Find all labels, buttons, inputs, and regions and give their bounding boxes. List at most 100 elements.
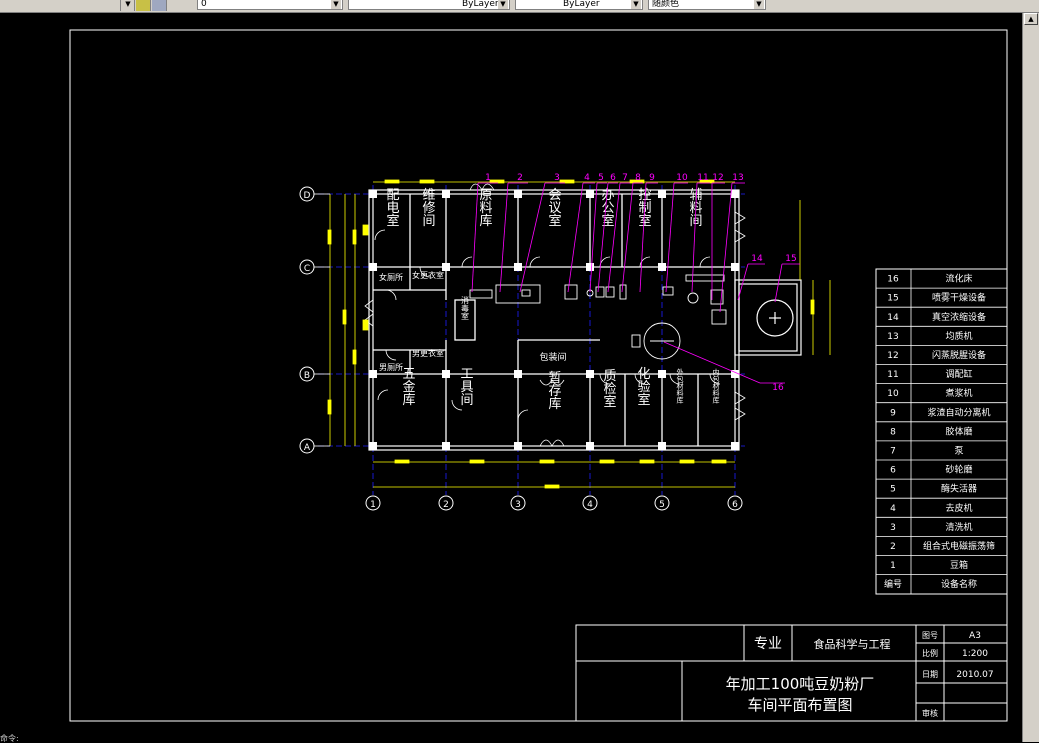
- date-value: 2010.07: [956, 670, 993, 680]
- svg-text:4: 4: [587, 500, 593, 510]
- callout-number: 4: [584, 173, 590, 183]
- linetype-select[interactable]: ByLayer ▼: [348, 0, 510, 10]
- callout-number: 6: [610, 173, 616, 183]
- callout-number: 12: [712, 173, 723, 183]
- room-label: 会议室: [546, 188, 562, 227]
- svg-text:C: C: [304, 264, 310, 274]
- table-cell-no: 13: [887, 332, 898, 342]
- date-label: 日期: [922, 670, 938, 679]
- color-select-value: 随颜色: [652, 0, 680, 9]
- grid-bubble-c: C: [299, 259, 315, 275]
- table-cell-name: 砂轮磨: [945, 464, 972, 476]
- table-cell-no: 15: [887, 294, 898, 304]
- room-label: 配电室: [384, 188, 400, 227]
- room-label: 五金库: [400, 367, 416, 407]
- room-label: 控制室: [636, 188, 652, 227]
- major-label: 专业: [754, 636, 782, 652]
- equipment-table: 16 流化床15 喷雾干燥设备14 真空浓缩设备13 均质机12 闪蒸脱腥设备11 调配缸1…: [875, 268, 1008, 595]
- callout-number: 9: [649, 173, 655, 183]
- equipment: [469, 274, 727, 360]
- room-label: 内包材料库: [712, 368, 720, 405]
- svg-text:6: 6: [732, 500, 738, 510]
- grid-row-bubbles: D C B A: [299, 186, 330, 454]
- major-value: 食品科学与工程: [814, 637, 891, 651]
- table-cell-name: 酶失活器: [941, 483, 977, 495]
- svg-text:3: 3: [515, 500, 521, 510]
- table-cell-no: 7: [890, 446, 896, 456]
- room-label: 外包材料库: [676, 368, 684, 405]
- callout-number: 16: [772, 383, 784, 393]
- layer-manager-icon[interactable]: [136, 0, 151, 11]
- grid-bubble-a: A: [299, 438, 315, 454]
- color-select[interactable]: 随颜色 ▼: [648, 0, 766, 10]
- callout-number: 15: [785, 254, 796, 264]
- grid-bubble-6: 6: [727, 495, 743, 511]
- callout-number: 8: [635, 173, 641, 183]
- svg-text:D: D: [304, 191, 311, 201]
- vertical-scrollbar[interactable]: ▲: [1022, 13, 1039, 742]
- chevron-down-icon: ▼: [631, 0, 641, 9]
- grid-bubble-3: 3: [510, 495, 526, 511]
- callout-number: 11: [697, 173, 708, 183]
- table-cell-no: 12: [887, 351, 898, 361]
- svg-text:5: 5: [659, 500, 665, 510]
- room-label: 办公室: [599, 188, 615, 227]
- drawing-canvas[interactable]: D C B A 1 2 3 4 5 6 配电室 维修间 原料库 会议室 办公室 …: [0, 13, 1022, 742]
- room-label: 质检室: [601, 369, 617, 408]
- grid-bubble-1: 1: [365, 495, 381, 511]
- table-cell-name: 调配缸: [945, 368, 972, 380]
- columns: [369, 190, 739, 450]
- sheet-border: [69, 29, 1008, 722]
- table-cell-no: 2: [890, 542, 896, 552]
- scale-value: 1:200: [962, 649, 988, 659]
- layer-previous-icon[interactable]: [152, 0, 167, 11]
- annex-walls: [734, 279, 802, 356]
- room-label: 化验室: [635, 367, 651, 406]
- lineweight-select[interactable]: ByLayer ▼: [515, 0, 643, 10]
- table-cell-no: 4: [890, 504, 896, 514]
- title-block: 专业 食品科学与工程 图号 A3 比例 1:200 日期 2010.07 审核 …: [575, 624, 1008, 722]
- grid-col-bubbles: 1 2 3 4 5 6: [365, 495, 743, 511]
- table-cell-no: 1: [890, 561, 896, 571]
- table-header-no: 编号: [884, 578, 902, 590]
- callout-number: 3: [554, 173, 560, 183]
- svg-text:A: A: [304, 443, 311, 453]
- table-cell-no: 3: [890, 523, 896, 533]
- table-cell-name: 均质机: [945, 330, 972, 342]
- svg-text:1: 1: [370, 500, 376, 510]
- room-labels: 配电室 维修间 原料库 会议室 办公室 控制室 辅料间 女厕所 女更衣室 男厕所…: [379, 188, 720, 411]
- room-label: 工具间: [458, 367, 474, 406]
- table-cell-name: 组合式电磁振荡筛: [923, 540, 995, 552]
- chevron-down-icon: ▼: [754, 0, 764, 9]
- table-cell-no: 6: [890, 466, 896, 476]
- room-label: 包装间: [539, 351, 566, 363]
- callout-number: 1: [485, 173, 491, 183]
- layer-select[interactable]: 0 ▼: [197, 0, 343, 10]
- scale-label: 比例: [922, 648, 938, 658]
- table-cell-no: 16: [887, 275, 899, 285]
- grid-bubble-d: D: [299, 186, 315, 202]
- room-label: 女厕所: [379, 272, 403, 282]
- table-cell-no: 11: [887, 370, 898, 380]
- outer-walls: [368, 189, 740, 451]
- floor-plan: D C B A 1 2 3 4 5 6 配电室 维修间 原料库 会议室 办公室 …: [299, 173, 831, 511]
- table-cell-name: 浆渣自动分离机: [927, 406, 990, 418]
- grid-bubble-5: 5: [654, 495, 670, 511]
- table-cell-name: 清洗机: [945, 521, 972, 533]
- scroll-up-icon[interactable]: ▲: [1024, 13, 1038, 25]
- callout-number: 14: [751, 254, 763, 264]
- chevron-down-icon: ▼: [498, 0, 508, 9]
- drawing-title-line1: 年加工100吨豆奶粉厂: [726, 675, 875, 693]
- table-cell-name: 胶体磨: [945, 425, 972, 437]
- review-label: 审核: [922, 708, 938, 718]
- room-label: 女更衣室: [412, 270, 444, 280]
- callout-number: 10: [676, 173, 688, 183]
- callout-number: 2: [517, 173, 523, 183]
- command-line[interactable]: 命令:: [0, 735, 40, 743]
- table-cell-name: 煮浆机: [945, 387, 972, 399]
- drawing-title-line2: 车间平面布置图: [747, 696, 852, 714]
- layer-dropdown-arrow-icon[interactable]: ▼: [122, 0, 135, 11]
- table-cell-name: 去皮机: [945, 502, 972, 514]
- table-cell-name: 真空浓缩设备: [932, 311, 986, 323]
- svg-text:2: 2: [443, 500, 449, 510]
